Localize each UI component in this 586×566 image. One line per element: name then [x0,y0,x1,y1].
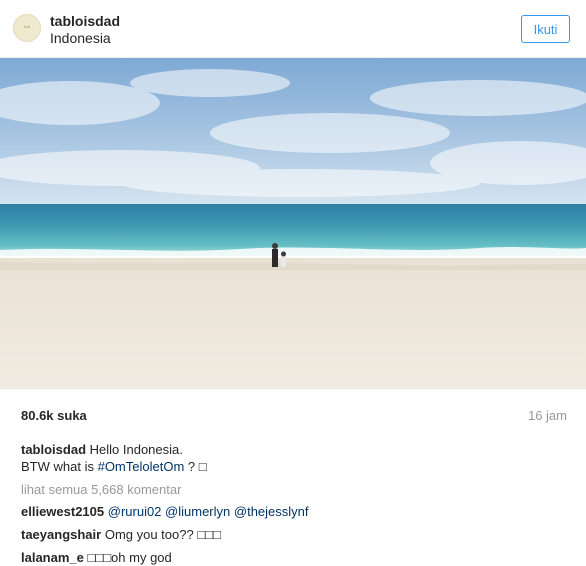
hashtag-link[interactable]: #OmTeloletOm [98,459,185,474]
caption-line1: Hello Indonesia. [89,442,183,457]
post-time[interactable]: 16 jam [528,408,567,423]
person-figure [272,249,278,267]
likes-count[interactable]: 80.6k suka [21,408,87,423]
view-all-comments-link[interactable]: lihat semua 5,668 komentar [21,482,181,497]
comment-text: Omg you too?? □□□ [104,527,221,542]
comment-username[interactable]: elliewest2105 [21,504,104,519]
comment-username[interactable]: taeyangshair [21,527,101,542]
comment-username[interactable]: lalanam_e [21,550,84,565]
caption-username[interactable]: tabloisdad [21,442,86,457]
caption-line2-suffix: ? □ [187,459,207,474]
follow-button[interactable]: Ikuti [521,15,570,43]
caption: tabloisdad Hello Indonesia. [21,441,183,458]
mention-link[interactable]: @liumerlyn [165,504,230,519]
comment-text: □□□oh my god [87,550,172,565]
beach-photo [0,58,586,389]
avatar[interactable]: ᵗᵃᵇ [13,14,41,42]
caption-line2: BTW what is #OmTeloletOm ? □ [21,458,207,475]
post-photo[interactable] [0,58,586,389]
mention-link[interactable]: @thejesslynf [234,504,309,519]
comment: taeyangshair Omg you too?? □□□ [21,526,221,543]
comment: lalanam_e □□□oh my god [21,549,172,566]
location-link[interactable]: Indonesia [50,30,111,46]
comment: elliewest2105 @rurui02 @liumerlyn @theje… [21,503,309,520]
avatar-logo-icon: ᵗᵃᵇ [23,24,31,32]
mention-link[interactable]: @rurui02 [108,504,162,519]
caption-line2-prefix: BTW what is [21,459,94,474]
post-header: ᵗᵃᵇ tabloisdad Indonesia Ikuti [0,0,586,58]
username[interactable]: tabloisdad [50,13,120,29]
